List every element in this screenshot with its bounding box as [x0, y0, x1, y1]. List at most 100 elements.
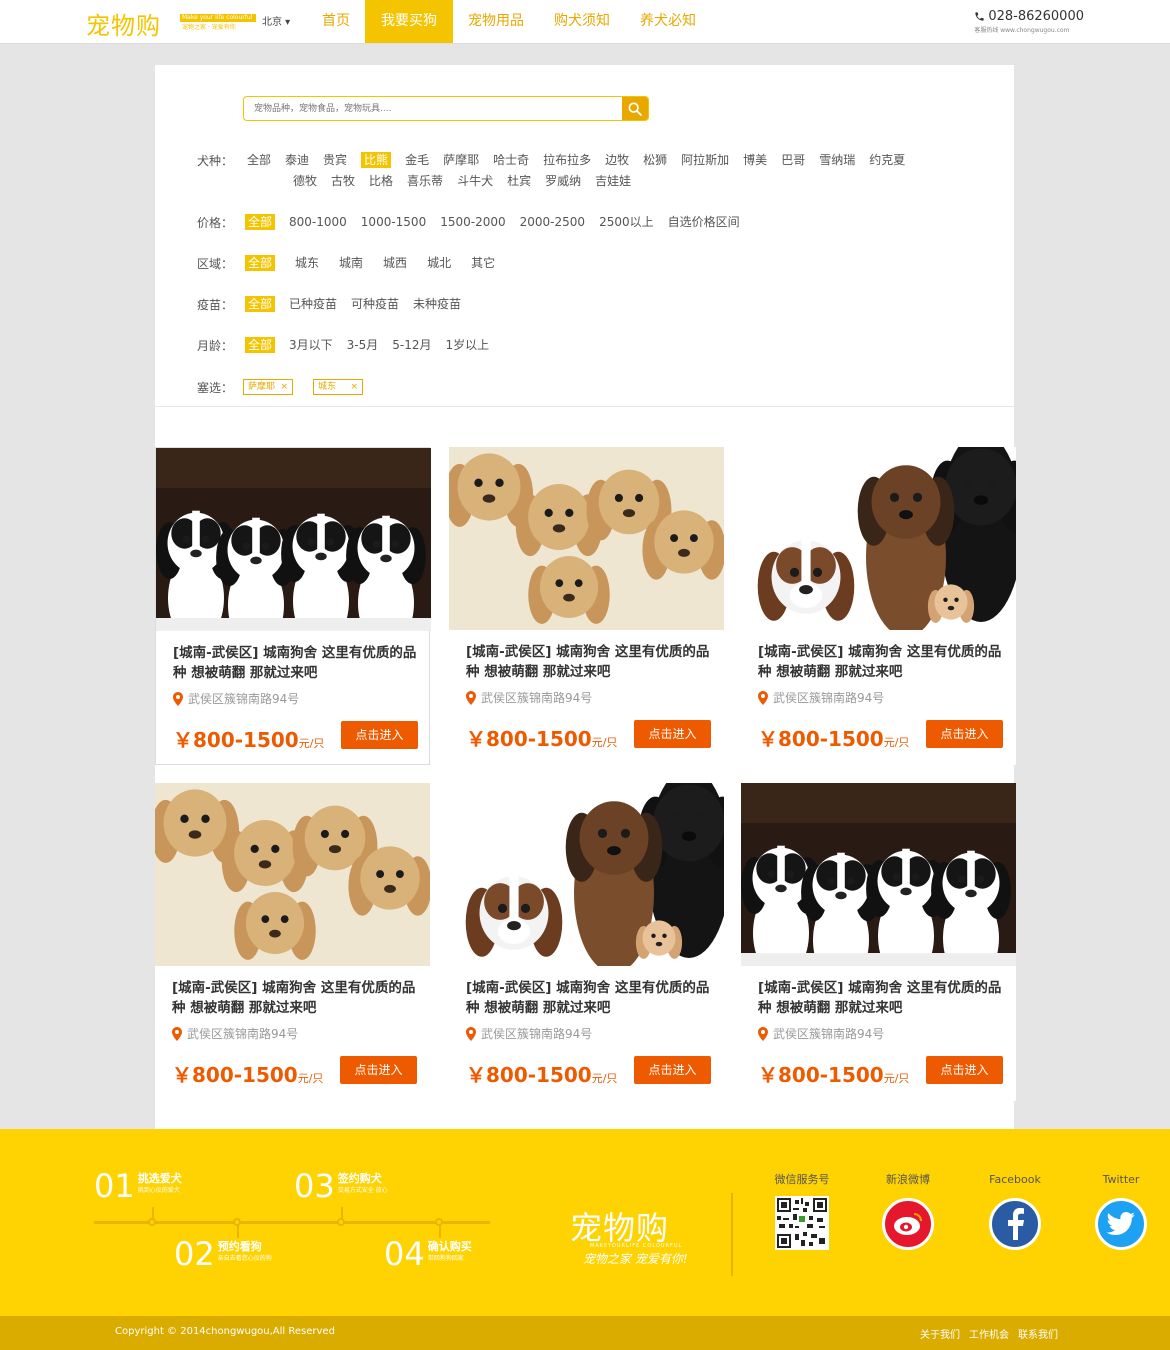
enter-button[interactable]: 点击进入 — [634, 1056, 711, 1084]
filter-option[interactable]: 松狮 — [643, 152, 667, 172]
dog-photo[interactable] — [155, 783, 430, 966]
dog-photo[interactable] — [449, 447, 724, 630]
filter-option[interactable]: 雪纳瑞 — [819, 152, 855, 172]
filter-option[interactable]: 自选价格区间 — [668, 214, 740, 234]
filter-option[interactable]: 约克夏 — [869, 152, 905, 172]
enter-button[interactable]: 点击进入 — [926, 720, 1003, 748]
shop-card: [城南-武侯区] 城南狗舍 这里有优质的品种 想被萌翻 那就过来吧 武侯区簇锦南路… — [155, 447, 431, 765]
step-number: 03 — [294, 1167, 335, 1205]
card-address-text: 武侯区簇锦南路94号 — [481, 1027, 593, 1041]
search-input[interactable] — [244, 97, 624, 120]
step-text: 确认购买 带回狗狗回家 — [428, 1240, 472, 1263]
filter-option[interactable]: 可种疫苗 — [351, 296, 399, 316]
card-address-text: 武侯区簇锦南路94号 — [481, 691, 593, 705]
breed-filter-label: 犬种： — [197, 154, 234, 168]
filter-option[interactable]: 喜乐蒂 — [407, 173, 443, 193]
nav-item[interactable]: 购犬须知 — [539, 0, 625, 43]
filter-option[interactable]: 城西 — [383, 255, 407, 275]
filter-option[interactable]: 吉娃娃 — [595, 173, 631, 193]
footer-link[interactable]: 关于我们 — [920, 1326, 960, 1341]
filter-option[interactable]: 阿拉斯加 — [681, 152, 729, 172]
filter-option[interactable]: 未种疫苗 — [413, 296, 461, 316]
filter-option[interactable]: 杜宾 — [507, 173, 531, 193]
facebook-icon[interactable] — [989, 1198, 1041, 1250]
card-title[interactable]: [城南-武侯区] 城南狗舍 这里有优质的品种 想被萌翻 那就过来吧 — [173, 643, 418, 683]
step-desc: 带回狗狗回家 — [427, 1255, 464, 1262]
twitter-icon[interactable] — [1095, 1198, 1147, 1250]
card-price-value: ￥800-1500 — [758, 727, 884, 751]
filter-option[interactable]: 3月以下 — [289, 337, 333, 357]
filter-option[interactable]: 比格 — [369, 173, 393, 193]
filter-option[interactable]: 博美 — [743, 152, 767, 172]
filter-option[interactable]: 已种疫苗 — [289, 296, 337, 316]
weibo-icon[interactable] — [882, 1198, 934, 1250]
site-logo[interactable]: 宠物购 — [86, 6, 161, 41]
filter-option[interactable]: 萨摩耶 — [443, 152, 479, 172]
filter-option[interactable]: 边牧 — [605, 152, 629, 172]
card-title[interactable]: [城南-武侯区] 城南狗舍 这里有优质的品种 想被萌翻 那就过来吧 — [758, 642, 1003, 682]
footer-link[interactable]: 联系我们 — [1018, 1326, 1058, 1341]
footer-separator — [731, 1193, 733, 1276]
step-number: 04 — [384, 1235, 425, 1273]
city-selector[interactable]: 北京 ▾ — [262, 13, 290, 28]
filter-option[interactable]: 2500以上 — [599, 214, 654, 234]
filter-option[interactable]: 斗牛犬 — [457, 173, 493, 193]
dog-photo[interactable] — [449, 783, 724, 966]
filter-option[interactable]: 全部 — [245, 296, 276, 312]
close-icon[interactable]: × — [350, 380, 358, 394]
filter-option[interactable]: 1岁以上 — [446, 337, 490, 357]
card-price-unit: 元/只 — [591, 1072, 618, 1085]
location-pin-icon — [758, 1026, 768, 1041]
purchase-steps: 01 挑选爱犬 挑到心仪的爱犬 02 预约看狗 亲自去看您心仪的狗 03 签约购犬 交易方式安全… — [94, 1169, 494, 1279]
filter-option[interactable]: 城东 — [295, 255, 319, 275]
filter-option[interactable]: 全部 — [245, 214, 276, 230]
dog-photo[interactable] — [156, 448, 431, 631]
filter-option[interactable]: 其它 — [471, 255, 495, 275]
enter-button[interactable]: 点击进入 — [634, 720, 711, 748]
filter-option[interactable]: 泰迪 — [285, 152, 309, 172]
dog-photo[interactable] — [741, 447, 1016, 630]
phone-subtitle: 客服热线 www.chongwugou.com — [974, 27, 1070, 34]
nav-item[interactable]: 我要买狗 — [365, 0, 453, 43]
filter-option[interactable]: 3-5月 — [347, 337, 379, 357]
step-text: 挑选爱犬 挑到心仪的爱犬 — [138, 1172, 182, 1195]
card-title[interactable]: [城南-武侯区] 城南狗舍 这里有优质的品种 想被萌翻 那就过来吧 — [466, 642, 711, 682]
enter-button[interactable]: 点击进入 — [926, 1056, 1003, 1084]
card-price: ￥800-1500元/只 — [466, 723, 617, 752]
card-title[interactable]: [城南-武侯区] 城南狗舍 这里有优质的品种 想被萌翻 那就过来吧 — [172, 978, 417, 1018]
filter-option[interactable]: 哈士奇 — [493, 152, 529, 172]
filter-option[interactable]: 全部 — [245, 255, 276, 271]
filter-option[interactable]: 拉布拉多 — [543, 152, 591, 172]
filter-option[interactable]: 贵宾 — [323, 152, 347, 172]
search-button[interactable] — [622, 97, 648, 120]
filter-option[interactable]: 1500-2000 — [440, 214, 505, 234]
filter-option[interactable]: 古牧 — [331, 173, 355, 193]
filter-option[interactable]: 罗威纳 — [545, 173, 581, 193]
nav-item[interactable]: 首页 — [307, 0, 365, 43]
filter-option[interactable]: 城南 — [339, 255, 363, 275]
filter-option[interactable]: 德牧 — [293, 173, 317, 193]
filter-option[interactable]: 全部 — [245, 337, 276, 353]
card-title[interactable]: [城南-武侯区] 城南狗舍 这里有优质的品种 想被萌翻 那就过来吧 — [758, 978, 1003, 1018]
filter-option[interactable]: 1000-1500 — [361, 214, 426, 234]
filter-option[interactable]: 金毛 — [405, 152, 429, 172]
filter-option[interactable]: 5-12月 — [392, 337, 431, 357]
filter-option[interactable]: 全部 — [247, 152, 271, 172]
close-icon[interactable]: × — [280, 380, 288, 394]
filter-option[interactable]: 2000-2500 — [520, 214, 585, 234]
footer-link[interactable]: 工作机会 — [969, 1326, 1009, 1341]
card-title[interactable]: [城南-武侯区] 城南狗舍 这里有优质的品种 想被萌翻 那就过来吧 — [466, 978, 711, 1018]
logo-tagline-en: Make your life colourful — [180, 14, 256, 22]
filter-option[interactable]: 800-1000 — [289, 214, 347, 234]
selected-filter-tag: 城东 × — [313, 379, 363, 395]
social-wechat: 微信服务号 — [757, 1172, 847, 1250]
dog-photo[interactable] — [741, 783, 1016, 966]
qr-code-icon[interactable] — [775, 1196, 829, 1250]
filter-option[interactable]: 比熊 — [361, 152, 392, 168]
nav-item[interactable]: 养犬必知 — [625, 0, 711, 43]
enter-button[interactable]: 点击进入 — [340, 1056, 417, 1084]
filter-option[interactable]: 城北 — [427, 255, 451, 275]
enter-button[interactable]: 点击进入 — [341, 721, 418, 749]
filter-option[interactable]: 巴哥 — [781, 152, 805, 172]
nav-item[interactable]: 宠物用品 — [453, 0, 539, 43]
